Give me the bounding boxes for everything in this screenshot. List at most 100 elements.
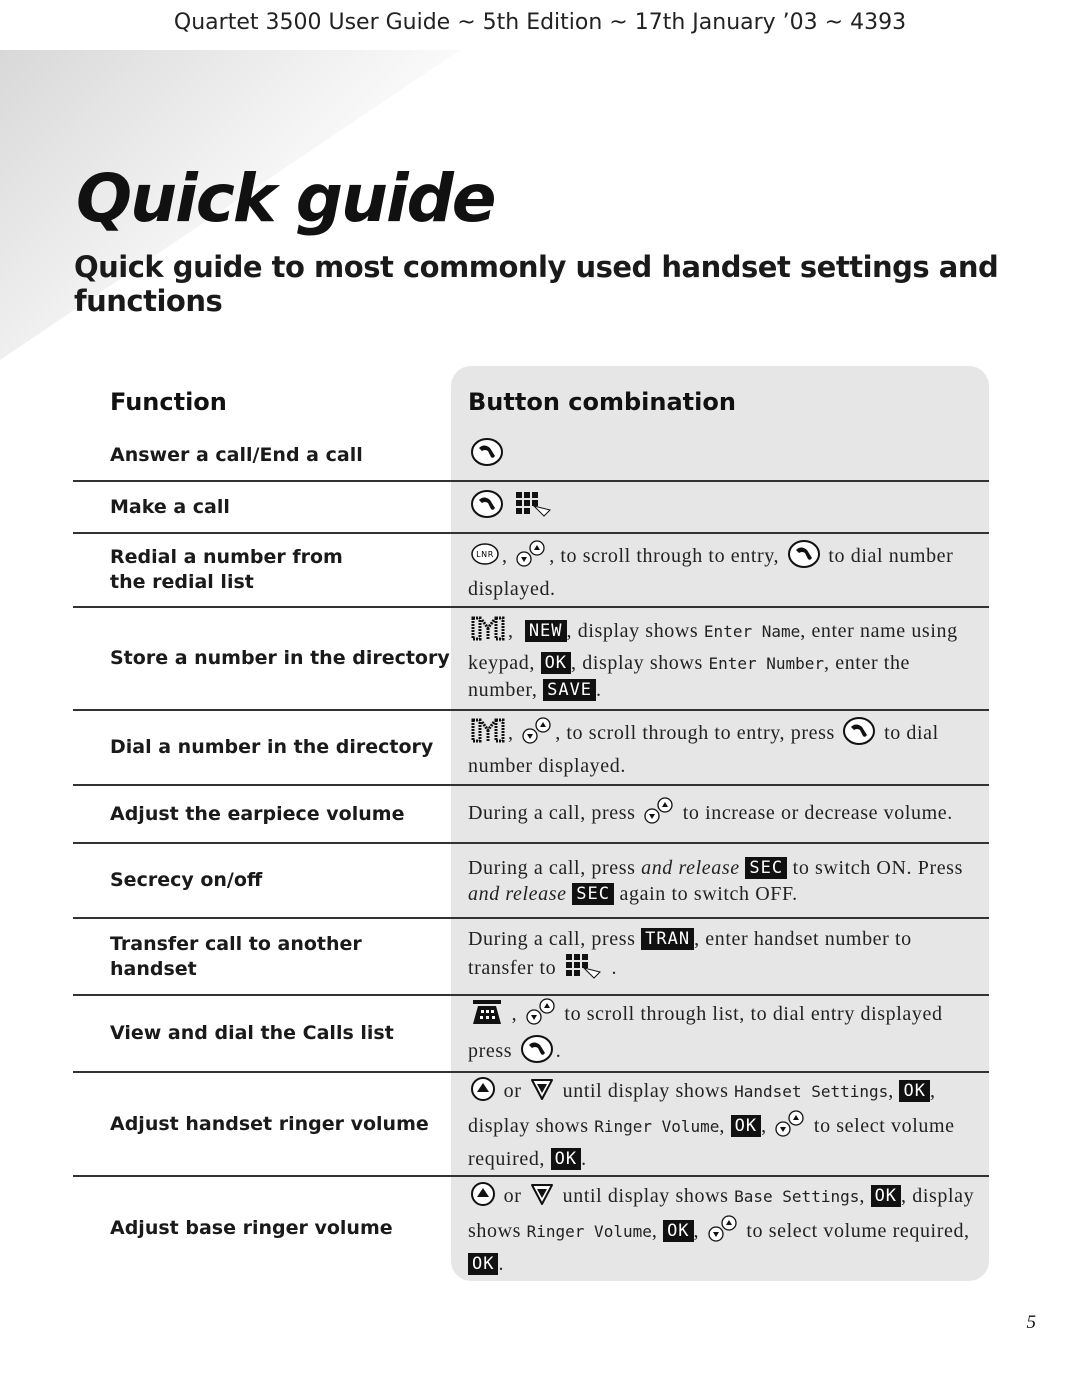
instruction-text: ,	[888, 1080, 900, 1103]
table-row: Store a number in the directory , NEW, di…	[73, 608, 989, 711]
page-title: Quick guide	[76, 160, 497, 237]
table-row: Adjust the earpiece volume During a call,…	[73, 786, 989, 844]
directory-icon	[470, 717, 506, 752]
instruction-text: .	[498, 1252, 505, 1275]
table-row: View and dial the Calls list , to scroll…	[73, 996, 989, 1073]
up-arrow-icon	[470, 1076, 496, 1109]
directory-icon	[470, 615, 506, 650]
instruction-text: During a call, press	[468, 801, 642, 824]
function-label: Make a call	[110, 495, 230, 518]
instruction-text: , display shows	[566, 619, 704, 642]
instruction-text: .	[596, 678, 602, 701]
page: Quartet 3500 User Guide ~ 5th Edition ~ …	[0, 0, 1080, 1386]
button-combination: or until display shows Base Settings, OK…	[451, 1177, 989, 1280]
table-row: Answer a call/End a call	[73, 430, 989, 482]
display-text: Base Settings	[734, 1186, 860, 1206]
function-label: Dial a number in the directory	[110, 736, 434, 758]
display-text: Ringer Volume	[594, 1117, 720, 1137]
down-arrow-icon	[529, 1076, 555, 1109]
button-combination-text: or until display shows Handset Settings,…	[468, 1076, 983, 1172]
button-combination-text: , NEW, display shows Enter Name, enter n…	[468, 615, 983, 703]
emphasis-text: and release	[641, 856, 740, 879]
button-combination-text: During a call, press and release SEC to …	[468, 855, 983, 907]
function-label: Redial a number from the redial list	[110, 546, 343, 593]
instruction-text: .	[605, 957, 618, 980]
softkey-label: OK	[550, 1148, 582, 1170]
instruction-text: to switch ON. Press	[787, 856, 969, 879]
function-label: Adjust the earpiece volume	[110, 802, 405, 825]
instruction-text	[506, 495, 512, 517]
button-combination-text: or until display shows Base Settings, OK…	[468, 1181, 983, 1277]
function-label: Answer a call/End a call	[110, 443, 363, 466]
table-row: Transfer call to another handset During a…	[73, 919, 989, 996]
instruction-text: ,	[761, 1115, 773, 1138]
calls-list-icon	[470, 998, 504, 1033]
quick-guide-table: Answer a call/End a call Make a call Redi…	[73, 430, 989, 1280]
softkey-label: OK	[663, 1219, 694, 1242]
instruction-text: to select volume required,	[740, 1219, 976, 1242]
scroll-updown-icon	[525, 997, 557, 1034]
phone-talk-icon	[470, 437, 504, 474]
display-text: Enter Number	[708, 653, 825, 673]
softkey-label: NEW	[524, 619, 567, 642]
phone-talk-icon	[842, 716, 876, 753]
keypad-icon	[514, 490, 554, 525]
table-row: Adjust base ringer volume or until displ…	[73, 1177, 989, 1280]
instruction-text: to increase or decrease volume.	[677, 801, 953, 824]
instruction-text: ,	[693, 1219, 705, 1242]
button-combination: During a call, press TRAN, enter handset…	[451, 919, 989, 994]
softkey-label: OK	[870, 1184, 902, 1207]
scroll-updown-icon	[521, 716, 553, 753]
button-combination: or until display shows Handset Settings,…	[451, 1073, 989, 1175]
instruction-text: .	[555, 1039, 562, 1062]
softkey-label: OK	[730, 1115, 762, 1138]
button-combination-text: LNR, , to scroll through to entry, to di…	[468, 539, 983, 602]
function-label: Adjust base ringer volume	[110, 1217, 393, 1239]
function-label: Store a number in the directory	[110, 647, 450, 669]
function-label: Transfer call to another handset	[110, 932, 362, 980]
instruction-text: until display shows	[557, 1184, 735, 1207]
softkey-label: SAVE	[543, 678, 597, 701]
softkey-label: OK	[540, 651, 572, 674]
button-combination: During a call, press and release SEC to …	[451, 844, 989, 917]
instruction-text: ,	[651, 1219, 664, 1242]
button-combination-text	[468, 437, 983, 474]
svg-text:LNR: LNR	[476, 550, 494, 559]
instruction-text: ,	[502, 544, 514, 567]
instruction-text: or	[498, 1184, 528, 1207]
page-subtitle: Quick guide to most commonly used handse…	[74, 250, 999, 318]
instruction-text: ,	[859, 1184, 871, 1207]
function-label: View and dial the Calls list	[110, 1022, 394, 1044]
button-combination	[451, 430, 989, 480]
button-combination: During a call, press to increase or decr…	[451, 786, 989, 842]
instruction-text: During a call, press	[468, 856, 642, 879]
scroll-updown-icon	[643, 796, 675, 833]
phone-talk-icon	[787, 539, 821, 576]
button-combination-text: , , to scroll through to entry, press to…	[468, 716, 983, 779]
instruction-text: ,	[506, 1002, 523, 1025]
down-arrow-icon	[529, 1181, 555, 1214]
button-combination: , NEW, display shows Enter Name, enter n…	[451, 608, 989, 709]
instruction-text: ,	[508, 722, 520, 745]
softkey-label: TRAN	[641, 928, 695, 950]
instruction-text: , display shows	[571, 651, 709, 674]
phone-talk-icon	[470, 489, 504, 526]
instruction-text: until display shows	[557, 1080, 735, 1103]
up-arrow-icon	[470, 1181, 496, 1214]
softkey-label: SEC	[745, 856, 788, 879]
instruction-text: During a call, press	[468, 928, 642, 950]
button-combination: , to scroll through list, to dial entry …	[451, 996, 989, 1071]
page-number: 5	[1026, 1312, 1037, 1333]
display-text: Enter Name	[703, 621, 801, 641]
softkey-label: OK	[899, 1080, 930, 1103]
emphasis-text: and release	[468, 882, 567, 905]
instruction-text: ,	[719, 1115, 731, 1138]
keypad-icon	[564, 952, 604, 987]
display-text: Ringer Volume	[526, 1221, 652, 1241]
instruction-text: or	[498, 1080, 528, 1103]
column-header-buttons: Button combination	[468, 388, 736, 416]
running-head: Quartet 3500 User Guide ~ 5th Edition ~ …	[173, 10, 907, 35]
softkey-label: SEC	[572, 882, 614, 905]
button-combination-text: During a call, press TRAN, enter handset…	[468, 926, 983, 987]
instruction-text: , to scroll through to entry,	[549, 544, 785, 567]
